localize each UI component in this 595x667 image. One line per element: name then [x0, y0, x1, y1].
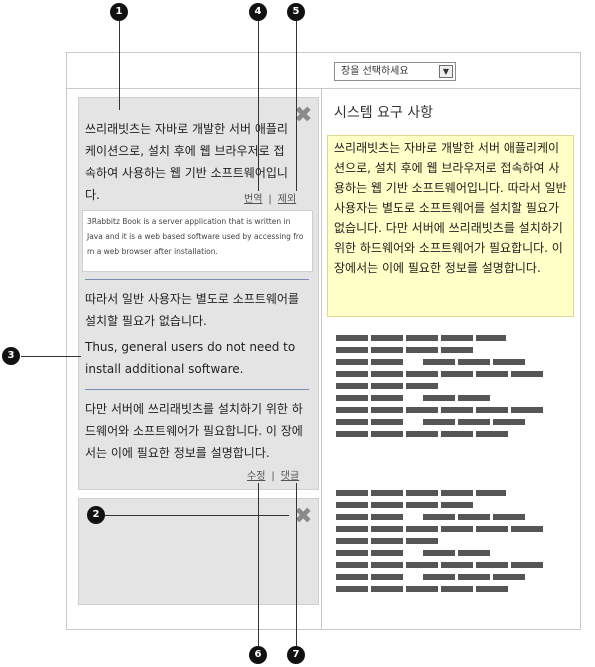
segment-actions: 번역 | 제외 [244, 190, 296, 205]
callout-line [104, 515, 289, 516]
segment-actions: 수정 | 댓글 [247, 467, 299, 482]
link-separator: | [268, 194, 272, 205]
callout-badge: 3 [2, 347, 20, 365]
placeholder-text-block [336, 490, 543, 598]
chapter-select[interactable]: 장을 선택하세요 ▼ [334, 62, 456, 81]
delete-link[interactable]: 제외 [278, 194, 296, 205]
chapter-select-label: 장을 선택하세요 [341, 66, 409, 77]
divider [85, 389, 309, 390]
segment-text: 다만 서버에 쓰리래빗츠를 설치하기 위한 하드웨어와 소프트웨어가 필요합니다… [85, 402, 303, 460]
edit-link[interactable]: 수정 [247, 471, 265, 482]
callout-line [258, 483, 259, 649]
segment-text: 따라서 일반 사용자는 별도로 소프트웨어를 설치할 필요가 없습니다. [85, 292, 299, 328]
callout-badge: 5 [287, 3, 305, 21]
callout-badge: 2 [87, 506, 105, 524]
callout-line [296, 21, 297, 191]
callout-badge: 4 [249, 3, 267, 21]
link-separator: | [271, 471, 275, 482]
toolbar [66, 52, 581, 89]
translation-input[interactable]: 3Rabbitz Book is a server application th… [82, 210, 313, 272]
callout-line [258, 21, 259, 191]
translate-link[interactable]: 번역 [244, 194, 262, 205]
divider [85, 279, 309, 280]
chapter-title: 시스템 요구 사항 [334, 105, 434, 121]
callout-badge: 7 [287, 646, 305, 664]
segment-translation-text: Thus, general users do not need to insta… [85, 340, 296, 376]
callout-badge: 1 [110, 3, 128, 21]
callout-line [119, 21, 120, 110]
column-divider [321, 89, 322, 630]
callout-line [296, 483, 297, 649]
chevron-down-icon[interactable]: ▼ [439, 65, 453, 78]
callout-badge: 6 [249, 646, 267, 664]
comment-link[interactable]: 댓글 [281, 471, 299, 482]
highlighted-paragraph: 쓰리래빗츠는 자바로 개발한 서버 애플리케이션으로, 설치 후에 웹 브라우저… [327, 135, 574, 317]
placeholder-text-block [336, 335, 543, 443]
callout-line [21, 356, 81, 357]
